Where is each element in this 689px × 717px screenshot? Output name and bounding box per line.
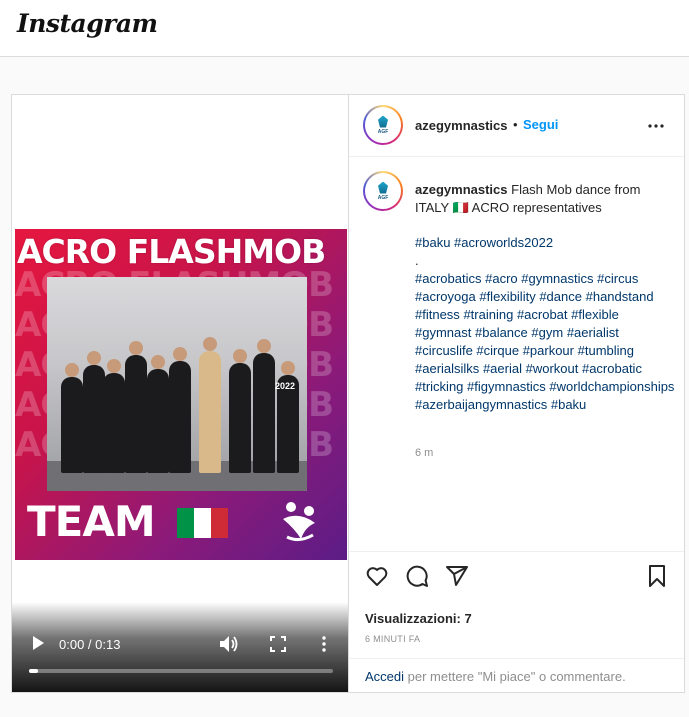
login-prompt-text: per mettere "Mi piace" o commentare.: [404, 669, 626, 684]
hashtag-link[interactable]: #cirque: [476, 343, 519, 358]
hashtag-link[interactable]: #gym: [531, 325, 563, 340]
caption-avatar[interactable]: AGF: [363, 171, 403, 211]
hashtag-link[interactable]: #flexibility: [479, 289, 535, 304]
federation-logo-icon: [283, 502, 315, 542]
team-photo: 2022: [47, 277, 307, 491]
avatar[interactable]: AGF: [363, 105, 403, 145]
hashtag-link[interactable]: #flexible: [571, 307, 619, 322]
athlete-figure: [125, 341, 147, 473]
login-prompt: Accedi per mettere "Mi piace" o commenta…: [349, 658, 684, 693]
post-sidebar: AGF azegymnastics • Segui AGF azegymnast…: [349, 95, 684, 692]
hashtag-link[interactable]: #aerial: [483, 361, 522, 376]
header-separator: •: [513, 117, 518, 132]
hashtag-link[interactable]: #acrobatic: [582, 361, 642, 376]
hashtag-link[interactable]: #acrobatics: [415, 271, 481, 286]
avatar-text: AGF: [377, 128, 389, 135]
hashtag-link[interactable]: #aerialsilks: [415, 361, 479, 376]
video-progress-fill: [29, 669, 39, 673]
header-username[interactable]: azegymnastics: [415, 118, 508, 133]
video-time: 0:00 / 0:13: [59, 637, 121, 652]
photo-year-label: 2022: [275, 381, 296, 391]
avatar-text: AGF: [377, 194, 389, 201]
fullscreen-icon[interactable]: [270, 636, 286, 652]
views-count[interactable]: Visualizzazioni: 7: [365, 611, 472, 626]
hashtag-link[interactable]: #azerbaijangymnastics: [415, 397, 547, 412]
hashtag-link[interactable]: #tumbling: [578, 343, 634, 358]
italy-flag: [177, 508, 228, 538]
comment-icon[interactable]: [405, 564, 429, 588]
caption-dot: .: [415, 253, 419, 268]
video-player[interactable]: ACRO FLASHMOB ACRO FLASHMOB ACRO FLASHMO…: [12, 95, 349, 692]
post-actions: Visualizzazioni: 7 6 MINUTI FA Accedi pe…: [349, 551, 684, 692]
artwork-team-text: TEAM: [27, 497, 156, 546]
athlete-figure: [147, 355, 169, 473]
hashtag-link[interactable]: #figymnastics: [467, 379, 546, 394]
artwork-title: ACRO FLASHMOB: [17, 232, 326, 271]
video-artwork: ACRO FLASHMOB ACRO FLASHMOB ACRO FLASHMO…: [15, 229, 347, 560]
top-bar: Instagram: [0, 0, 689, 57]
post-caption: azegymnastics Flash Mob dance from ITALY…: [415, 181, 675, 217]
athlete-figure: [83, 351, 105, 473]
hashtag-link[interactable]: #workout: [526, 361, 579, 376]
hashtag-link[interactable]: #worldchampionships: [549, 379, 674, 394]
hashtag-link[interactable]: #handstand: [586, 289, 654, 304]
hashtag-link[interactable]: #circuslife: [415, 343, 473, 358]
federation-gem-icon: [378, 115, 388, 128]
video-more-icon[interactable]: [320, 636, 328, 652]
hashtag-link[interactable]: #balance: [475, 325, 528, 340]
hashtag-link[interactable]: #dance: [539, 289, 582, 304]
athlete-figure: [253, 339, 275, 473]
bookmark-icon[interactable]: [645, 564, 669, 588]
hashtag-link[interactable]: #baku: [415, 235, 450, 250]
post-card: ACRO FLASHMOB ACRO FLASHMOB ACRO FLASHMO…: [11, 94, 685, 693]
hashtag-link[interactable]: #gymnast: [415, 325, 471, 340]
more-options-icon[interactable]: [647, 117, 665, 135]
athlete-figure: [103, 359, 125, 473]
athlete-figure: [229, 349, 251, 473]
video-progress-bar[interactable]: [29, 669, 333, 673]
athlete-figure: [61, 363, 83, 473]
hashtag-link[interactable]: #acrobat: [517, 307, 568, 322]
hashtag-link[interactable]: #training: [463, 307, 513, 322]
post-header: AGF azegymnastics • Segui: [349, 95, 684, 157]
hashtag-link[interactable]: #baku: [551, 397, 586, 412]
athlete-figure: [199, 337, 221, 473]
follow-button[interactable]: Segui: [523, 117, 558, 132]
send-icon[interactable]: [445, 564, 469, 588]
hashtags-block: #acrobatics #acro #gymnastics #circus #a…: [415, 270, 677, 414]
hashtag-link[interactable]: #parkour: [523, 343, 574, 358]
hashtags-line: #baku #acroworlds2022: [415, 234, 677, 252]
federation-gem-icon: [378, 181, 388, 194]
hashtag-link[interactable]: #acroyoga: [415, 289, 476, 304]
instagram-logo[interactable]: Instagram: [17, 9, 158, 38]
comments-area: AGF azegymnastics Flash Mob dance from I…: [349, 157, 684, 551]
volume-icon[interactable]: [219, 635, 239, 653]
hashtag-link[interactable]: #tricking: [415, 379, 463, 394]
hashtag-link[interactable]: #fitness: [415, 307, 460, 322]
post-timestamp[interactable]: 6 MINUTI FA: [365, 634, 420, 644]
heart-icon[interactable]: [365, 564, 389, 588]
hashtag-link[interactable]: #aerialist: [567, 325, 619, 340]
caption-username[interactable]: azegymnastics: [415, 182, 508, 197]
play-icon[interactable]: [30, 635, 46, 651]
login-link[interactable]: Accedi: [365, 669, 404, 684]
hashtag-link[interactable]: #acroworlds2022: [454, 235, 553, 250]
hashtag-link[interactable]: #circus: [597, 271, 638, 286]
caption-age: 6 m: [415, 447, 434, 459]
hashtag-link[interactable]: #acro: [485, 271, 518, 286]
athlete-figure: [169, 347, 191, 473]
hashtag-link[interactable]: #gymnastics: [521, 271, 593, 286]
